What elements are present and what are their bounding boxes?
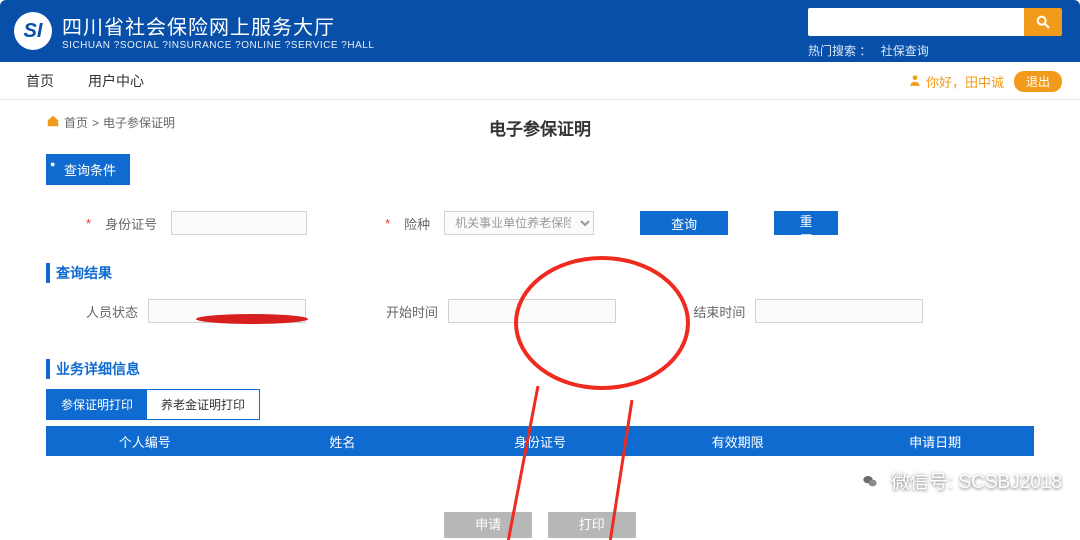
- col-personal-no: 个人编号: [46, 432, 244, 451]
- tab-pension-print[interactable]: 养老金证明打印: [147, 390, 259, 419]
- start-time-label: 开始时间: [386, 302, 438, 321]
- col-apply-date: 申请日期: [836, 432, 1034, 451]
- site-subtitle: SICHUAN ?SOCIAL ?INSURANCE ?ONLINE ?SERV…: [62, 40, 374, 51]
- query-form: * 身份证号 * 险种 机关事业单位养老保险 查询 重置: [46, 185, 1034, 253]
- required-marker: *: [385, 216, 390, 231]
- detail-section-title: 业务详细信息: [46, 359, 1034, 379]
- col-name: 姓名: [244, 432, 442, 451]
- breadcrumb-current: 电子参保证明: [103, 114, 175, 131]
- apply-button[interactable]: 申请: [444, 512, 532, 538]
- nav-home[interactable]: 首页: [26, 71, 54, 91]
- nav-user-center[interactable]: 用户中心: [88, 71, 144, 91]
- type-label: 险种: [404, 214, 430, 233]
- id-label: 身份证号: [105, 214, 157, 233]
- breadcrumb-sep: >: [92, 116, 99, 130]
- search-icon: [1035, 14, 1051, 30]
- col-validity: 有效期限: [639, 432, 837, 451]
- wechat-icon: [857, 468, 883, 494]
- logout-button[interactable]: 退出: [1014, 71, 1062, 92]
- required-marker: *: [86, 216, 91, 231]
- col-id-no: 身份证号: [441, 432, 639, 451]
- print-button[interactable]: 打印: [548, 512, 636, 538]
- logo-badge-icon: SI: [14, 12, 52, 50]
- start-time-input[interactable]: [448, 299, 616, 323]
- search-input[interactable]: [808, 8, 1024, 36]
- secondary-nav: 首页 用户中心 你好，田中诚 退出: [0, 62, 1080, 100]
- hot-search-label: 热门搜索 ：: [808, 44, 871, 58]
- site-title: 四川省社会保险网上服务大厅: [62, 11, 374, 40]
- detail-tabs: 参保证明打印 养老金证明打印: [46, 389, 260, 420]
- home-icon[interactable]: [46, 114, 60, 131]
- wechat-overlay: 微信号: SCSBJ2018: [857, 467, 1062, 494]
- reset-button[interactable]: 重置: [774, 211, 838, 235]
- top-banner: SI 四川省社会保险网上服务大厅 SICHUAN ?SOCIAL ?INSURA…: [0, 0, 1080, 62]
- end-time-input[interactable]: [755, 299, 923, 323]
- id-input[interactable]: [171, 211, 307, 235]
- status-label: 人员状态: [86, 302, 138, 321]
- action-buttons: 申请 打印: [46, 512, 1034, 538]
- tab-cert-print[interactable]: 参保证明打印: [47, 390, 147, 419]
- site-logo: SI 四川省社会保险网上服务大厅 SICHUAN ?SOCIAL ?INSURA…: [14, 11, 374, 51]
- results-section-title: 查询结果: [46, 263, 1034, 283]
- hot-search-row: 热门搜索 ： 社保查询: [808, 42, 1062, 59]
- query-conditions-tab: 查询条件: [46, 154, 130, 185]
- detail-table-header: 个人编号 姓名 身份证号 有效期限 申请日期: [46, 426, 1034, 456]
- redaction-mark: [192, 310, 312, 328]
- page-title: 电子参保证明: [46, 115, 1034, 140]
- wechat-label: 微信号: SCSBJ2018: [891, 467, 1062, 494]
- search-button[interactable]: [1024, 8, 1062, 36]
- query-button[interactable]: 查询: [640, 211, 728, 235]
- user-icon: [908, 73, 922, 90]
- end-time-label: 结束时间: [693, 302, 745, 321]
- user-greeting: 你好，田中诚: [926, 72, 1004, 91]
- breadcrumb-home[interactable]: 首页: [64, 114, 88, 131]
- insurance-type-select[interactable]: 机关事业单位养老保险: [444, 211, 594, 235]
- hot-search-link[interactable]: 社保查询: [881, 44, 929, 58]
